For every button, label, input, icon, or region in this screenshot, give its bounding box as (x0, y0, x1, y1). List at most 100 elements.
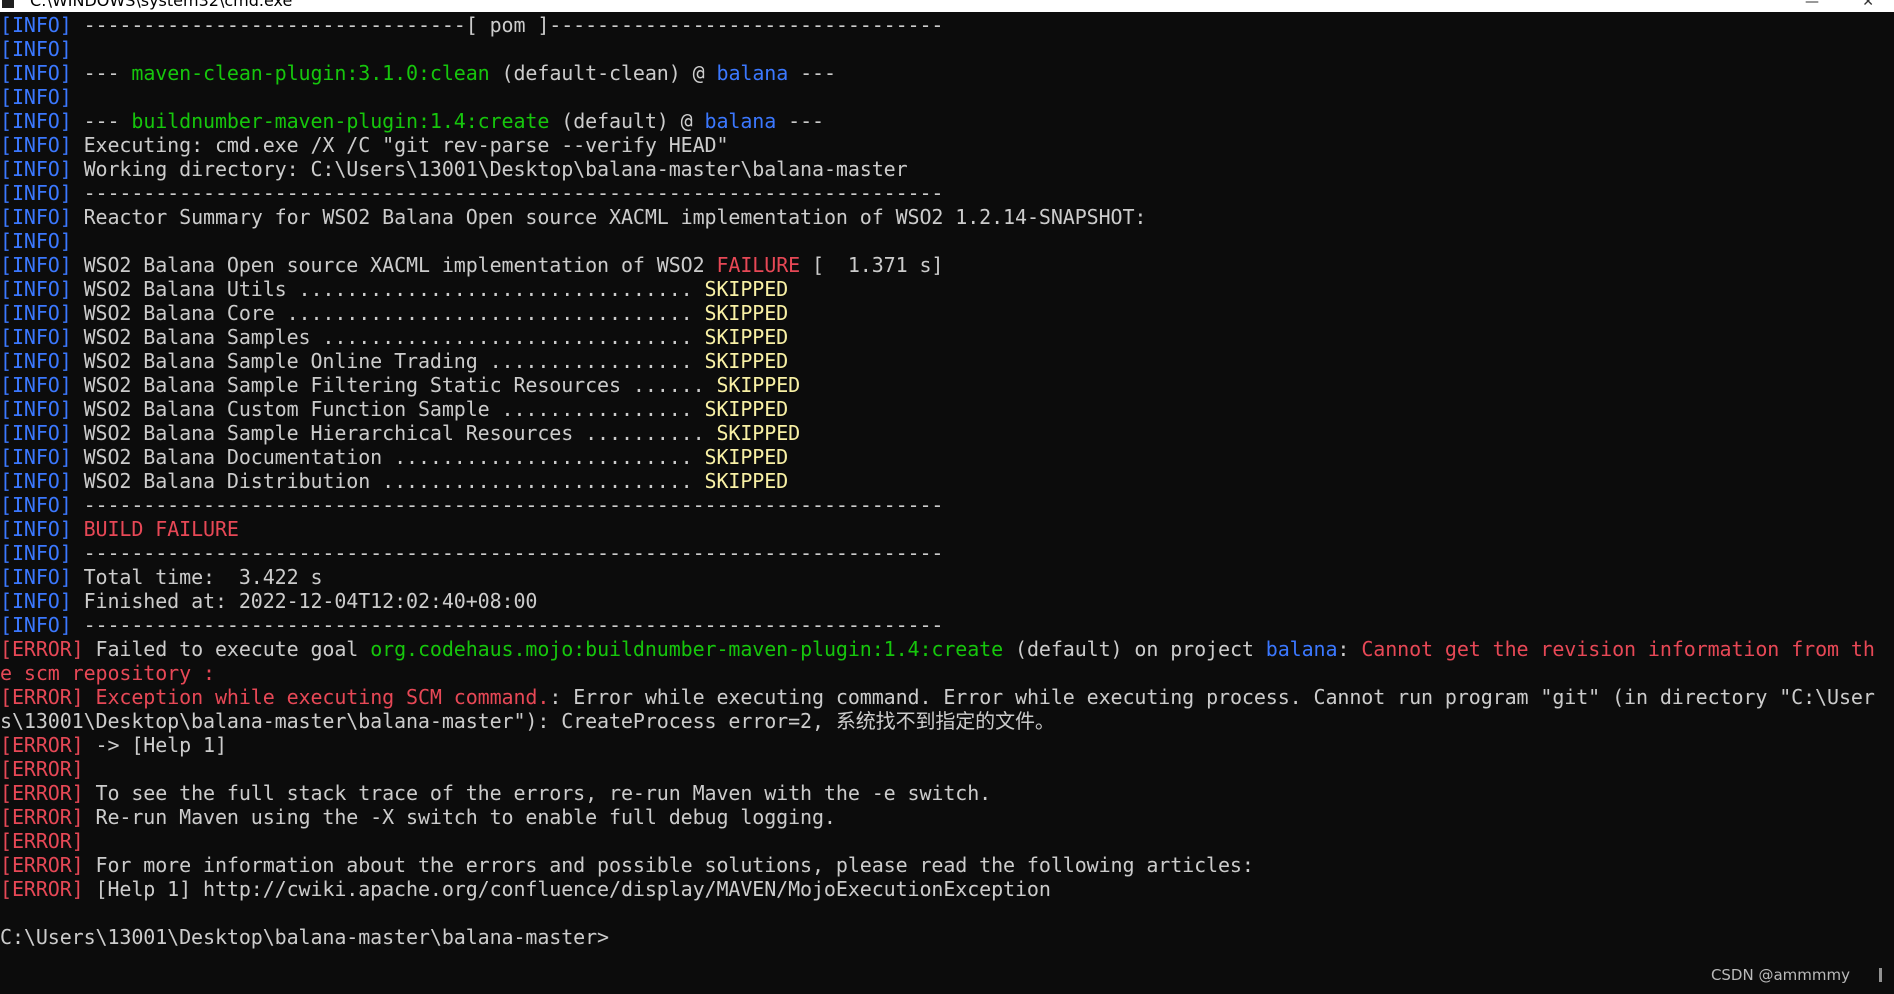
window-title: C:\WINDOWS\system32\cmd.exe (30, 0, 293, 10)
watermark: CSDN @ammmmy (1710, 966, 1850, 984)
info-tag: [INFO] (0, 397, 72, 421)
project-name: balana (1265, 637, 1338, 661)
console-text: WSO2 Balana Utils ......................… (71, 277, 705, 301)
console-text: Reactor Summary for WSO2 Balana Open sou… (71, 205, 1147, 229)
console-text: Total time: 3.422 s (71, 565, 323, 589)
console-text: WSO2 Balana Sample Hierarchical Resource… (71, 421, 717, 445)
command-prompt-line: C:\Users\13001\Desktop\balana-master\bal… (0, 925, 1894, 949)
console-line: [INFO] WSO2 Balana Core ................… (0, 301, 1894, 325)
info-tag: [INFO] (0, 277, 72, 301)
error-tag: [ERROR] (0, 829, 84, 853)
skipped-status: SKIPPED (716, 421, 801, 445)
console-line: [INFO] --- buildnumber-maven-plugin:1.4:… (0, 109, 1894, 133)
failure-text: FAILURE (716, 253, 801, 277)
console-line: [INFO] (0, 229, 1894, 253)
console-line: [INFO] Working directory: C:\Users\13001… (0, 157, 1894, 181)
info-tag: [INFO] (0, 349, 72, 373)
console-text: ----------------------------------------… (71, 613, 944, 637)
console-text: For more information about the errors an… (83, 853, 1254, 877)
info-tag: [INFO] (0, 85, 72, 109)
console-line: [ERROR] (0, 829, 1894, 853)
skipped-status: SKIPPED (704, 301, 789, 325)
console-line: [INFO] WSO2 Balana Samples .............… (0, 325, 1894, 349)
console-text: ----------------------------------------… (71, 541, 944, 565)
error-tag: [ERROR] (0, 781, 84, 805)
console-text: [ 1.371 s] (800, 253, 944, 277)
console-line: [INFO] WSO2 Balana Sample Hierarchical R… (0, 421, 1894, 445)
info-tag: [INFO] (0, 517, 72, 541)
info-tag: [INFO] (0, 469, 72, 493)
console-line: [INFO] ---------------------------------… (0, 181, 1894, 205)
console-line: [INFO] (0, 37, 1894, 61)
console-text: WSO2 Balana Open source XACML implementa… (71, 253, 717, 277)
info-tag: [INFO] (0, 493, 72, 517)
info-tag: [INFO] (0, 421, 72, 445)
console-text: ----------------------------------------… (71, 493, 944, 517)
console-text: C:\Users\13001\Desktop\balana-master\bal… (0, 925, 609, 949)
cmd-app-icon (2, 0, 14, 8)
console-line: [INFO] WSO2 Balana Utils ...............… (0, 277, 1894, 301)
console-line: [ERROR] [Help 1] http://cwiki.apache.org… (0, 877, 1894, 901)
console-line: [INFO] Executing: cmd.exe /X /C "git rev… (0, 133, 1894, 157)
console-line: s\13001\Desktop\balana-master\balana-mas… (0, 709, 1894, 733)
console-line: [INFO] WSO2 Balana Sample Online Trading… (0, 349, 1894, 373)
console-text: WSO2 Balana Sample Online Trading ......… (71, 349, 705, 373)
console-output[interactable]: [INFO] --------------------------------[… (0, 13, 1894, 968)
console-line: [INFO] BUILD FAILURE (0, 517, 1894, 541)
project-name: balana (716, 61, 789, 85)
error-tag: [ERROR] (0, 685, 84, 709)
info-tag: [INFO] (0, 13, 72, 37)
console-line: e scm repository : (0, 661, 1894, 685)
console-text: WSO2 Balana Sample Filtering Static Reso… (71, 373, 717, 397)
info-tag: [INFO] (0, 445, 72, 469)
project-name: balana (704, 109, 777, 133)
console-text: --------------------------------[ pom ]-… (71, 13, 944, 37)
skipped-status: SKIPPED (704, 277, 789, 301)
info-tag: [INFO] (0, 61, 72, 85)
info-tag: [INFO] (0, 373, 72, 397)
info-tag: [INFO] (0, 37, 72, 61)
error-tag: [ERROR] (0, 877, 84, 901)
info-tag: [INFO] (0, 589, 72, 613)
info-tag: [INFO] (0, 613, 72, 637)
minimize-icon[interactable]: — (1805, 0, 1819, 10)
console-text: --- (71, 61, 132, 85)
error-tag: [ERROR] (0, 733, 84, 757)
scroll-indicator (1879, 968, 1882, 982)
console-text: Working directory: C:\Users\13001\Deskto… (71, 157, 908, 181)
console-line: [ERROR] For more information about the e… (0, 853, 1894, 877)
skipped-status: SKIPPED (704, 397, 789, 421)
console-line: [ERROR] -> [Help 1] (0, 733, 1894, 757)
info-tag: [INFO] (0, 181, 72, 205)
console-line: [INFO] WSO2 Balana Distribution ........… (0, 469, 1894, 493)
failure-text: Exception while executing SCM command. (95, 685, 550, 709)
console-text: --- (788, 61, 836, 85)
console-text: : (1337, 637, 1362, 661)
console-line: [INFO] WSO2 Balana Open source XACML imp… (0, 253, 1894, 277)
info-tag: [INFO] (0, 229, 72, 253)
info-tag: [INFO] (0, 301, 72, 325)
failure-text: e scm repository : (0, 661, 215, 685)
info-tag: [INFO] (0, 205, 72, 229)
info-tag: [INFO] (0, 541, 72, 565)
console-text: Finished at: 2022-12-04T12:02:40+08:00 (71, 589, 538, 613)
close-icon[interactable]: ✕ (1862, 0, 1874, 10)
error-tag: [ERROR] (0, 853, 84, 877)
console-line: [INFO] Reactor Summary for WSO2 Balana O… (0, 205, 1894, 229)
console-line: [INFO] --------------------------------[… (0, 13, 1894, 37)
plugin-goal: maven-clean-plugin:3.1.0:clean (131, 61, 490, 85)
console-text: WSO2 Balana Custom Function Sample .....… (71, 397, 705, 421)
console-line: [ERROR] Re-run Maven using the -X switch… (0, 805, 1894, 829)
plugin-goal: org.codehaus.mojo:buildnumber-maven-plug… (370, 637, 1004, 661)
console-text: Failed to execute goal (83, 637, 371, 661)
error-tag: [ERROR] (0, 757, 84, 781)
console-line: [INFO] Total time: 3.422 s (0, 565, 1894, 589)
skipped-status: SKIPPED (704, 349, 789, 373)
console-line: [INFO] ---------------------------------… (0, 541, 1894, 565)
window-titlebar[interactable]: C:\WINDOWS\system32\cmd.exe — ✕ (0, 0, 1894, 12)
console-line: [INFO] (0, 85, 1894, 109)
console-text: [Help 1] http://cwiki.apache.org/conflue… (83, 877, 1051, 901)
